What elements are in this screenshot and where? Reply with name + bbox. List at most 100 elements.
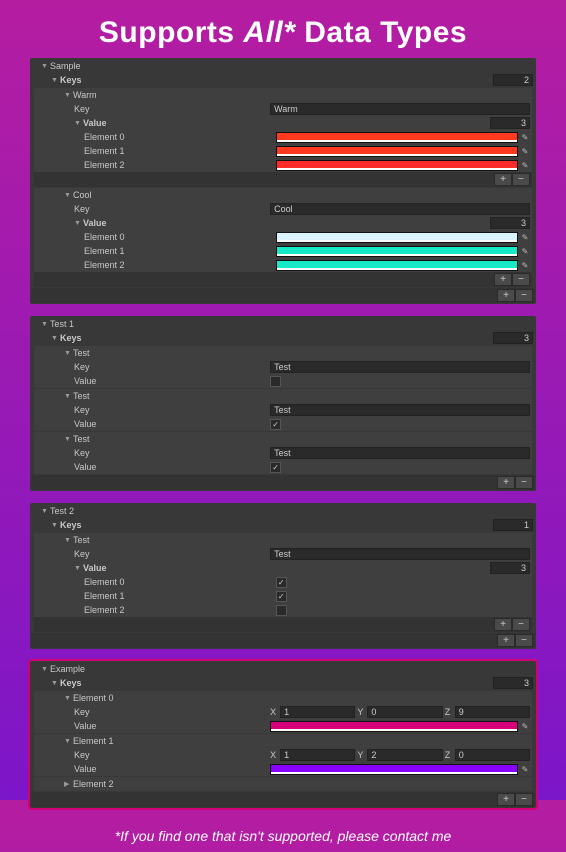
eyedropper-icon[interactable]: ✎: [520, 133, 530, 142]
eyedropper-icon[interactable]: ✎: [520, 161, 530, 170]
foldout-icon[interactable]: [64, 781, 71, 788]
foldout-icon[interactable]: [64, 436, 71, 443]
eyedropper-icon[interactable]: ✎: [520, 261, 530, 270]
color-field[interactable]: [276, 160, 518, 171]
list-item: Element 2✎: [34, 258, 532, 272]
foldout-icon[interactable]: [64, 92, 71, 99]
count-field[interactable]: 1: [493, 519, 533, 531]
checkbox[interactable]: ✓: [270, 419, 281, 430]
key-input[interactable]: Test: [270, 404, 530, 416]
panel-test2: Test 2 Keys1 Test KeyTest Value3 Element…: [30, 503, 536, 649]
foldout-icon[interactable]: [41, 666, 48, 673]
page-title: Supports All* Data Types: [0, 0, 566, 58]
foldout-icon[interactable]: [64, 695, 71, 702]
vec-y-input[interactable]: 2: [367, 749, 442, 761]
checkbox[interactable]: [276, 605, 287, 616]
add-button[interactable]: +: [497, 289, 515, 302]
foldout-icon[interactable]: [51, 77, 58, 84]
group-warm: Warm KeyWarm Value3 Element 0✎ Element 1…: [34, 88, 532, 187]
foldout-icon[interactable]: [64, 192, 71, 199]
foldout-icon[interactable]: [51, 522, 58, 529]
group-label: Warm: [73, 90, 97, 100]
key-label: Key: [74, 104, 90, 114]
foldout-icon[interactable]: [41, 508, 48, 515]
eyedropper-icon[interactable]: ✎: [520, 147, 530, 156]
foldout-icon[interactable]: [41, 63, 48, 70]
color-field[interactable]: [276, 132, 518, 143]
list-item: Element 2✎: [34, 158, 532, 172]
color-field[interactable]: [270, 764, 518, 775]
eyedropper-icon[interactable]: ✎: [520, 247, 530, 256]
list-item: Test KeyTest Value3 Element 0✓ Element 1…: [34, 533, 532, 632]
remove-button[interactable]: −: [515, 634, 533, 647]
vec-z-input[interactable]: 9: [455, 706, 530, 718]
list-item: Element 0✓: [34, 575, 532, 589]
key-input[interactable]: Test: [270, 548, 530, 560]
add-button[interactable]: +: [497, 476, 515, 489]
foldout-icon[interactable]: [51, 335, 58, 342]
foldout-icon[interactable]: [64, 350, 71, 357]
foldout-icon[interactable]: [51, 680, 58, 687]
list-item: Element 1 Key X1 Y2 Z0 Value✎: [34, 734, 532, 776]
count-field[interactable]: 3: [490, 217, 530, 229]
vec-y-input[interactable]: 0: [367, 706, 442, 718]
remove-button[interactable]: −: [512, 173, 530, 186]
checkbox[interactable]: ✓: [276, 577, 287, 588]
add-button[interactable]: +: [494, 618, 512, 631]
section-label: Test 1: [50, 319, 74, 329]
add-button[interactable]: +: [494, 273, 512, 286]
checkbox[interactable]: ✓: [270, 462, 281, 473]
checkbox[interactable]: [270, 376, 281, 387]
eyedropper-icon[interactable]: ✎: [520, 765, 530, 774]
foldout-icon[interactable]: [74, 220, 81, 227]
remove-button[interactable]: −: [515, 289, 533, 302]
foldout-icon[interactable]: [64, 393, 71, 400]
key-input[interactable]: Test: [270, 361, 530, 373]
key-label: Key: [74, 204, 90, 214]
foldout-icon[interactable]: [74, 120, 81, 127]
panel-sample: Sample Keys2 Warm KeyWarm Value3 Element…: [30, 58, 536, 304]
vec-x-input[interactable]: 1: [280, 749, 355, 761]
group-cool: Cool KeyCool Value3 Element 0✎ Element 1…: [34, 188, 532, 287]
keys-label: Keys: [60, 520, 82, 530]
count-field[interactable]: 3: [493, 677, 533, 689]
add-button[interactable]: +: [494, 173, 512, 186]
eyedropper-icon[interactable]: ✎: [520, 233, 530, 242]
color-field[interactable]: [276, 246, 518, 257]
vec-x-input[interactable]: 1: [280, 706, 355, 718]
color-field[interactable]: [276, 260, 518, 271]
keys-label: Keys: [60, 333, 82, 343]
foldout-icon[interactable]: [41, 321, 48, 328]
panel-example: Example Keys3 Element 0 Key X1 Y0 Z9 Val…: [30, 661, 536, 808]
value-label: Value: [83, 218, 107, 228]
footnote: *If you find one that isn't supported, p…: [0, 820, 566, 852]
eyedropper-icon[interactable]: ✎: [520, 722, 530, 731]
add-button[interactable]: +: [497, 634, 515, 647]
foldout-icon[interactable]: [74, 565, 81, 572]
remove-button[interactable]: −: [515, 476, 533, 489]
checkbox[interactable]: ✓: [276, 591, 287, 602]
foldout-icon[interactable]: [64, 537, 71, 544]
group-label: Cool: [73, 190, 92, 200]
remove-button[interactable]: −: [512, 618, 530, 631]
key-input[interactable]: Warm: [270, 103, 530, 115]
vec-x-label: X: [270, 750, 278, 760]
count-field[interactable]: 3: [490, 562, 530, 574]
vec-z-input[interactable]: 0: [455, 749, 530, 761]
value-label: Value: [83, 118, 107, 128]
color-field[interactable]: [276, 232, 518, 243]
key-input[interactable]: Test: [270, 447, 530, 459]
list-item: Test KeyTest Value: [34, 346, 532, 388]
vec-z-label: Z: [445, 707, 453, 717]
list-item: Element 2: [34, 603, 532, 617]
keys-label: Keys: [60, 75, 82, 85]
list-item: Test KeyTest Value✓: [34, 389, 532, 431]
color-field[interactable]: [276, 146, 518, 157]
key-input[interactable]: Cool: [270, 203, 530, 215]
count-field[interactable]: 2: [493, 74, 533, 86]
remove-button[interactable]: −: [512, 273, 530, 286]
foldout-icon[interactable]: [64, 738, 71, 745]
count-field[interactable]: 3: [490, 117, 530, 129]
count-field[interactable]: 3: [493, 332, 533, 344]
color-field[interactable]: [270, 721, 518, 732]
